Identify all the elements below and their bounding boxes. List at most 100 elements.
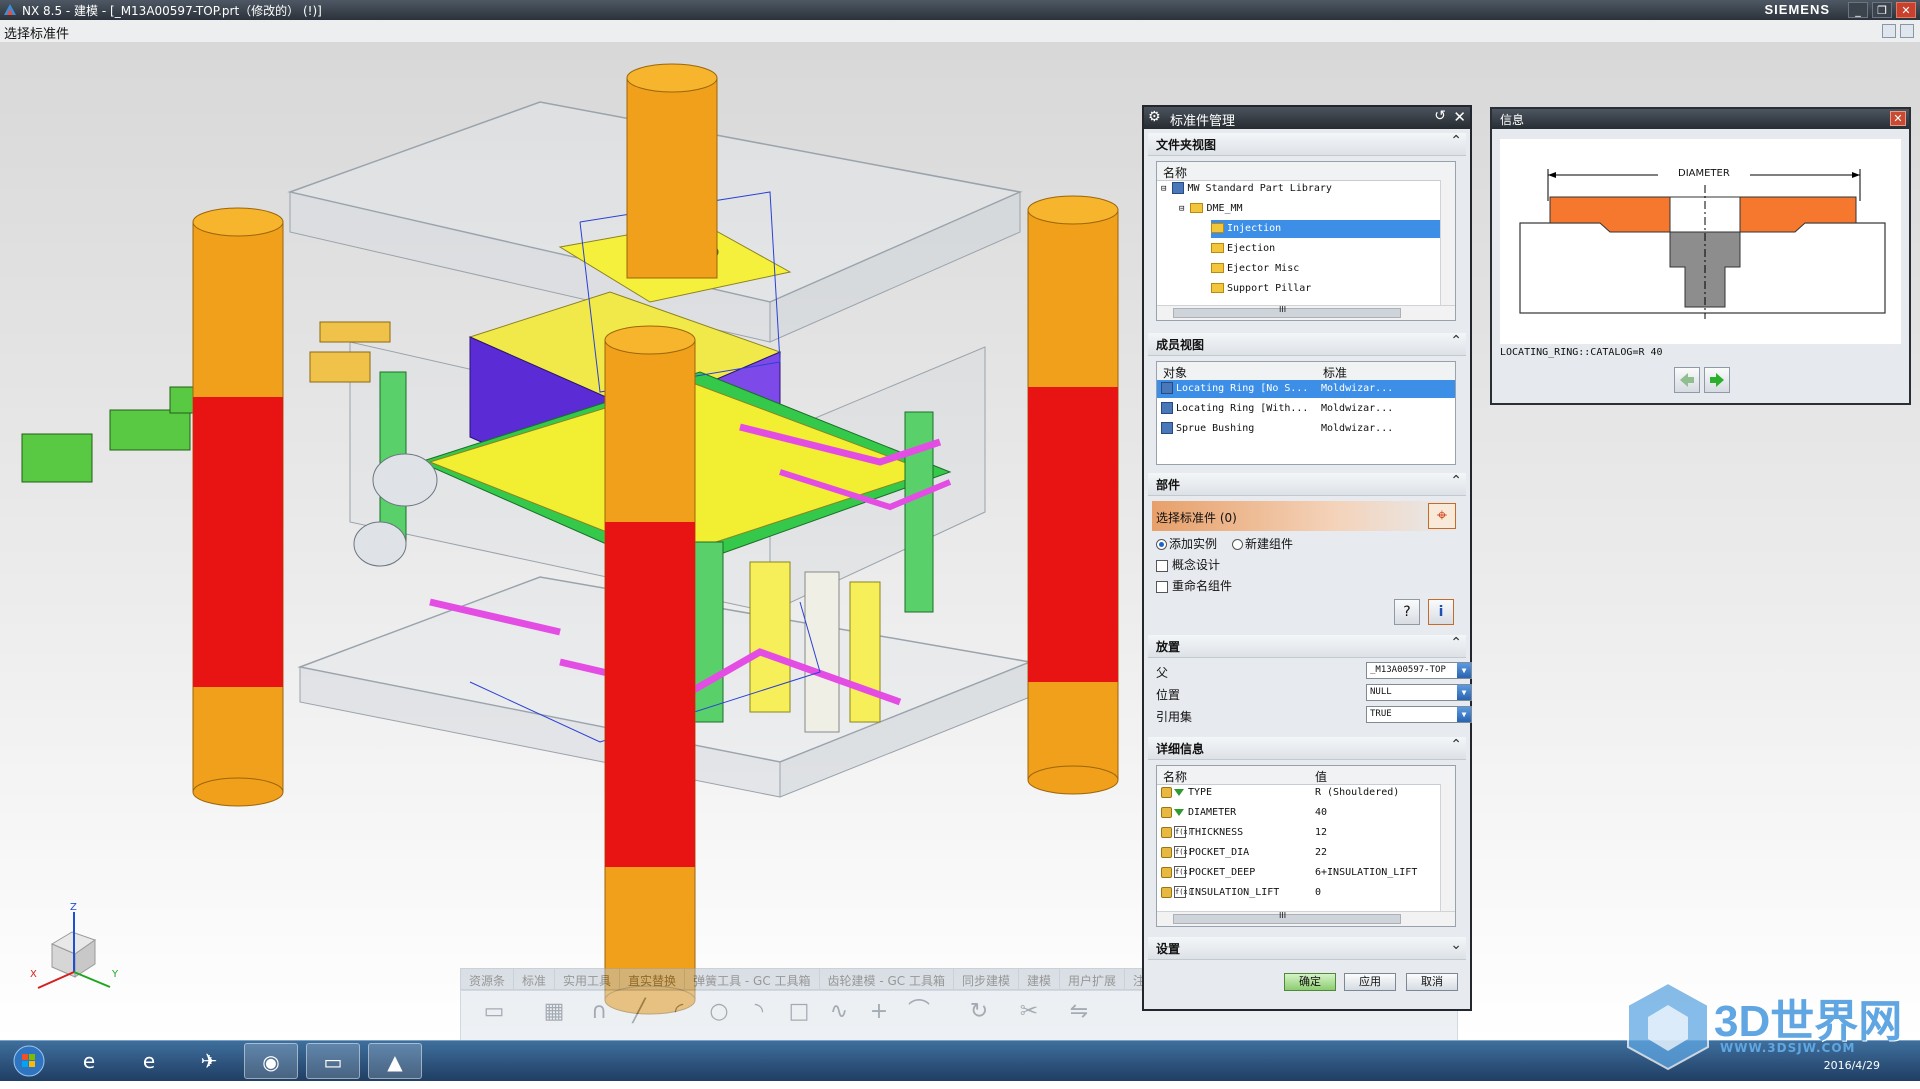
- details-vertical-scrollbar[interactable]: [1440, 784, 1455, 912]
- close-window-button[interactable]: ✕: [1896, 2, 1916, 18]
- tree-item[interactable]: ⊟ DME_MM: [1179, 200, 1243, 218]
- support-pillar-front[interactable]: [604, 325, 696, 1015]
- chevron-up-icon[interactable]: ⌃: [1450, 737, 1462, 753]
- section-folder-view[interactable]: 文件夹视图 ⌃: [1148, 133, 1466, 156]
- nx-taskbar-icon[interactable]: ▲: [368, 1043, 422, 1079]
- toolbar-tab[interactable]: 弹簧工具 - GC 工具箱: [685, 969, 820, 992]
- select-standard-part[interactable]: 选择标准件 (0) ⌖: [1152, 501, 1458, 531]
- support-pillar-right[interactable]: [1027, 195, 1119, 795]
- dropdown-arrow-icon[interactable]: ▼: [1457, 663, 1471, 678]
- toolbar-tab[interactable]: 实用工具: [555, 969, 621, 992]
- restore-button[interactable]: ❐: [1872, 2, 1892, 18]
- section-member-view[interactable]: 成员视图 ⌃: [1148, 333, 1466, 356]
- firefox-icon[interactable]: ◉: [244, 1043, 298, 1079]
- info-icon[interactable]: i: [1428, 599, 1454, 625]
- tree-item[interactable]: Ejector Misc: [1211, 260, 1299, 278]
- toolbar-tab[interactable]: 建模: [1019, 969, 1060, 992]
- tree-horizontal-scrollbar[interactable]: III: [1157, 305, 1455, 320]
- section-part[interactable]: 部件 ⌃: [1148, 473, 1466, 496]
- tree-item[interactable]: Ejection: [1211, 240, 1275, 258]
- parent-select[interactable]: _M13A00597-TOP ▼: [1366, 662, 1472, 679]
- close-icon[interactable]: ✕: [1453, 108, 1466, 126]
- spline-icon[interactable]: ⌒: [906, 999, 932, 1025]
- toolbar-tab[interactable]: 直实替换: [620, 969, 686, 992]
- tree-item[interactable]: ⊟ MW Standard Part Library: [1161, 180, 1332, 198]
- trim-icon[interactable]: ✂: [1016, 999, 1042, 1025]
- chevron-up-icon[interactable]: ⌃: [1450, 635, 1462, 651]
- support-pillar-left[interactable]: [192, 207, 284, 807]
- details-horizontal-scrollbar[interactable]: III: [1157, 911, 1455, 926]
- ie-icon[interactable]: e: [62, 1043, 116, 1079]
- detail-row-pocket-dia[interactable]: f(x)POCKET_DIA 22: [1161, 844, 1441, 862]
- polyline-icon[interactable]: ∿: [826, 999, 852, 1025]
- plane-app-icon[interactable]: ✈: [182, 1043, 236, 1079]
- tree-item[interactable]: Support Pillar: [1211, 280, 1311, 298]
- minimize-button[interactable]: _: [1848, 2, 1868, 18]
- chevron-down-icon[interactable]: ⌄: [1450, 937, 1462, 953]
- crosshair-select-icon[interactable]: ⌖: [1428, 503, 1456, 529]
- dropdown-arrow-icon[interactable]: ▼: [1457, 707, 1471, 722]
- sketch-icon[interactable]: ▭: [481, 999, 507, 1025]
- toolbar-tab[interactable]: 资源条: [461, 969, 515, 992]
- ie-alt-icon[interactable]: e: [122, 1043, 176, 1079]
- offset-icon[interactable]: ↻: [966, 999, 992, 1025]
- ok-button[interactable]: 确定: [1284, 973, 1336, 991]
- arc-icon[interactable]: ◜: [666, 999, 692, 1025]
- section-settings[interactable]: 设置 ⌄: [1148, 937, 1466, 960]
- apply-button[interactable]: 应用: [1344, 973, 1396, 991]
- member-row[interactable]: Locating Ring [With... Moldwizar...: [1157, 400, 1455, 418]
- point-icon[interactable]: +: [866, 999, 892, 1025]
- chevron-up-icon[interactable]: ⌃: [1450, 473, 1462, 489]
- rectangle-icon[interactable]: □: [786, 999, 812, 1025]
- explorer-folder-icon[interactable]: ▭: [306, 1043, 360, 1079]
- position-select[interactable]: NULL ▼: [1366, 684, 1472, 701]
- dropdown-arrow-icon[interactable]: ▼: [1457, 685, 1471, 700]
- details-table[interactable]: 名称 值 TYPE R (Shouldered) DIAMETER 40 f(x)T…: [1156, 765, 1456, 927]
- toolbar-tab[interactable]: 同步建模: [954, 969, 1019, 992]
- next-icon[interactable]: [1704, 367, 1730, 393]
- radio-new-component[interactable]: 新建组件: [1232, 535, 1293, 553]
- support-pillar-back[interactable]: [626, 63, 718, 279]
- toolbar-tab[interactable]: 标准: [514, 969, 556, 992]
- start-button-icon[interactable]: [2, 1043, 56, 1079]
- toolbar-tab[interactable]: 用户扩展: [1060, 969, 1126, 992]
- resource-bar-toggle-icon[interactable]: [1882, 24, 1896, 38]
- close-icon[interactable]: ✕: [1890, 111, 1906, 126]
- gear-icon[interactable]: ⚙: [1148, 109, 1161, 125]
- reset-icon[interactable]: ↺: [1434, 108, 1446, 124]
- fillet-icon[interactable]: ◝: [746, 999, 772, 1025]
- checkbox-concept-design[interactable]: 概念设计: [1156, 556, 1220, 574]
- scroll-thumb[interactable]: III: [1173, 911, 1401, 924]
- member-row[interactable]: Sprue Bushing Moldwizar...: [1157, 420, 1455, 438]
- help-icon[interactable]: ?: [1394, 599, 1420, 625]
- previous-icon[interactable]: [1674, 367, 1700, 393]
- cancel-button[interactable]: 取消: [1406, 973, 1458, 991]
- toolbar-tab[interactable]: 齿轮建模 - GC 工具箱: [820, 969, 954, 992]
- expand-triangle-icon[interactable]: [1174, 808, 1184, 816]
- member-row-selected[interactable]: Locating Ring [No S... Moldwizar...: [1157, 380, 1455, 398]
- fullscreen-icon[interactable]: [1900, 24, 1914, 38]
- profile-icon[interactable]: ∩: [586, 999, 612, 1025]
- folder-tree[interactable]: 名称 ⊟ MW Standard Part Library ⊟ DME_MM I…: [1156, 161, 1456, 321]
- tree-vertical-scrollbar[interactable]: [1440, 180, 1455, 306]
- radio-add-instance[interactable]: 添加实例: [1156, 535, 1217, 553]
- scroll-thumb[interactable]: III: [1173, 305, 1401, 318]
- detail-row-diameter[interactable]: DIAMETER 40: [1161, 804, 1441, 822]
- section-details[interactable]: 详细信息 ⌃: [1148, 737, 1466, 760]
- member-table[interactable]: 对象 标准 Locating Ring [No S... Moldwizar...…: [1156, 361, 1456, 465]
- line-icon[interactable]: ╱: [626, 999, 652, 1025]
- grid-icon[interactable]: ▦: [541, 999, 567, 1025]
- expand-triangle-icon[interactable]: [1174, 788, 1184, 796]
- detail-row-pocket-deep[interactable]: f(x)POCKET_DEEP 6+INSULATION_LIFT: [1161, 864, 1441, 882]
- tree-item-selected[interactable]: Injection: [1211, 220, 1441, 238]
- chevron-up-icon[interactable]: ⌃: [1450, 133, 1462, 149]
- detail-row-type[interactable]: TYPE R (Shouldered): [1161, 784, 1441, 802]
- section-placement[interactable]: 放置 ⌃: [1148, 635, 1466, 658]
- detail-row-insulation-lift[interactable]: f(x)INSULATION_LIFT 0: [1161, 884, 1441, 902]
- refset-select[interactable]: TRUE ▼: [1366, 706, 1472, 723]
- mirror-icon[interactable]: ⇋: [1066, 999, 1092, 1025]
- chevron-up-icon[interactable]: ⌃: [1450, 333, 1462, 349]
- detail-row-thickness[interactable]: f(x)THICKNESS 12: [1161, 824, 1441, 842]
- checkbox-rename-component[interactable]: 重命名组件: [1156, 577, 1232, 595]
- circle-icon[interactable]: ○: [706, 999, 732, 1025]
